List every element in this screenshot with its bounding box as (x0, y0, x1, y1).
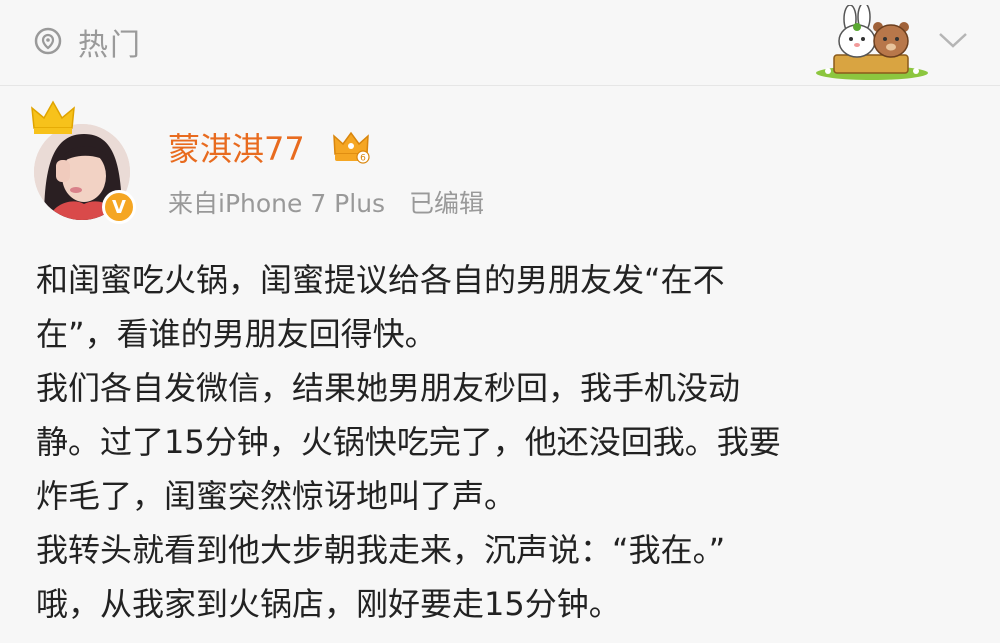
post-line: 静。过了15分钟，火锅快吃完了，他还没回我。我要 (36, 423, 781, 461)
chevron-down-icon[interactable] (934, 26, 972, 54)
verified-badge: V (102, 190, 136, 224)
weibo-post: V 蒙淇淇77 6 来自iPhone 7 Plus 已编辑 和闺蜜吃火锅，闺蜜提… (0, 86, 1000, 643)
bunny-bear-sticker (816, 5, 928, 80)
post-content: 和闺蜜吃火锅，闺蜜提议给各自的男朋友发“在不 在”，看谁的男朋友回得快。 我们各… (36, 253, 966, 631)
post-line: 和闺蜜吃火锅，闺蜜提议给各自的男朋友发“在不 (36, 261, 725, 299)
post-line: 我们各自发微信，结果她男朋友秒回，我手机没动 (36, 369, 741, 407)
username[interactable]: 蒙淇淇77 (168, 124, 305, 170)
crown-icon (31, 100, 75, 134)
post-line: 哦，从我家到火锅店，刚好要走15分钟。 (36, 585, 621, 623)
edited-label: 已编辑 (409, 189, 485, 218)
post-meta: 来自iPhone 7 Plus 已编辑 (168, 184, 484, 220)
feed-header: 热门 (0, 0, 1000, 86)
hot-tab-label[interactable]: 热门 (78, 20, 142, 64)
avatar[interactable]: V (30, 98, 150, 224)
post-line: 我转头就看到他大步朝我走来，沉声说：“我在。” (36, 531, 726, 569)
post-line: 炸毛了，闺蜜突然惊讶地叫了声。 (36, 477, 517, 515)
location-pin-icon (34, 27, 62, 55)
post-line: 在”，看谁的男朋友回得快。 (36, 315, 437, 353)
post-source: 来自iPhone 7 Plus (168, 189, 386, 218)
svg-text:6: 6 (360, 154, 366, 164)
vip-crown-icon[interactable]: 6 (332, 130, 370, 164)
